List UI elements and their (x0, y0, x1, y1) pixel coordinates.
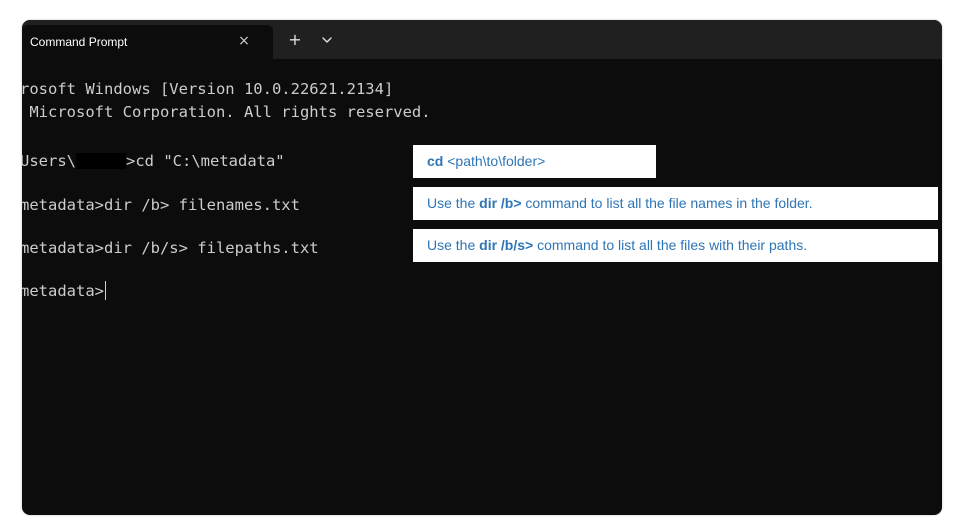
current-prompt: metadata> (22, 282, 104, 300)
prompt-path: Users\ (22, 152, 76, 170)
terminal-line-version: rosoft Windows [Version 10.0.22621.2134] (22, 80, 394, 98)
new-tab-icon[interactable]: + (288, 31, 302, 49)
callout-dir-bs: Use the dir /b/s> command to list all th… (413, 229, 938, 262)
callout-dir-bs-post: command to list all the files with their… (533, 237, 808, 253)
terminal-line-copyright: Microsoft Corporation. All rights reserv… (22, 103, 431, 121)
callout-dir-b-pre: Use the (427, 195, 480, 211)
callout-cd-bold: cd (427, 153, 444, 169)
callout-dir-b-bold: dir /b> (479, 195, 522, 211)
terminal-line-cd: Users\ >cd "C:\metadata" (22, 151, 285, 171)
terminal-line-prompt: metadata> (22, 281, 106, 301)
callout-cd-text: <path\to\folder> (443, 153, 546, 169)
text-cursor (105, 281, 106, 300)
terminal-output[interactable]: rosoft Windows [Version 10.0.22621.2134]… (22, 59, 942, 515)
chevron-down-icon[interactable] (320, 32, 334, 48)
tab-command-prompt[interactable]: Command Prompt × (22, 25, 273, 59)
cd-command: >cd "C:\metadata" (126, 152, 285, 170)
callout-dir-bs-pre: Use the (427, 237, 480, 253)
terminal-line-dir-bs: metadata>dir /b/s> filepaths.txt (22, 239, 319, 257)
tab-title: Command Prompt (30, 35, 128, 49)
callout-dir-bs-bold: dir /b/s> (479, 237, 534, 253)
terminal-window: Command Prompt × + rosoft Windows [Versi… (22, 20, 942, 515)
close-icon[interactable]: × (237, 31, 251, 51)
callout-cd: cd <path\to\folder> (413, 145, 656, 178)
redacted-username (76, 153, 126, 169)
callout-dir-b-post: command to list all the file names in th… (521, 195, 813, 211)
tab-bar: Command Prompt × + (22, 20, 942, 59)
callout-dir-b: Use the dir /b> command to list all the … (413, 187, 938, 220)
terminal-line-dir-b: metadata>dir /b> filenames.txt (22, 196, 300, 214)
